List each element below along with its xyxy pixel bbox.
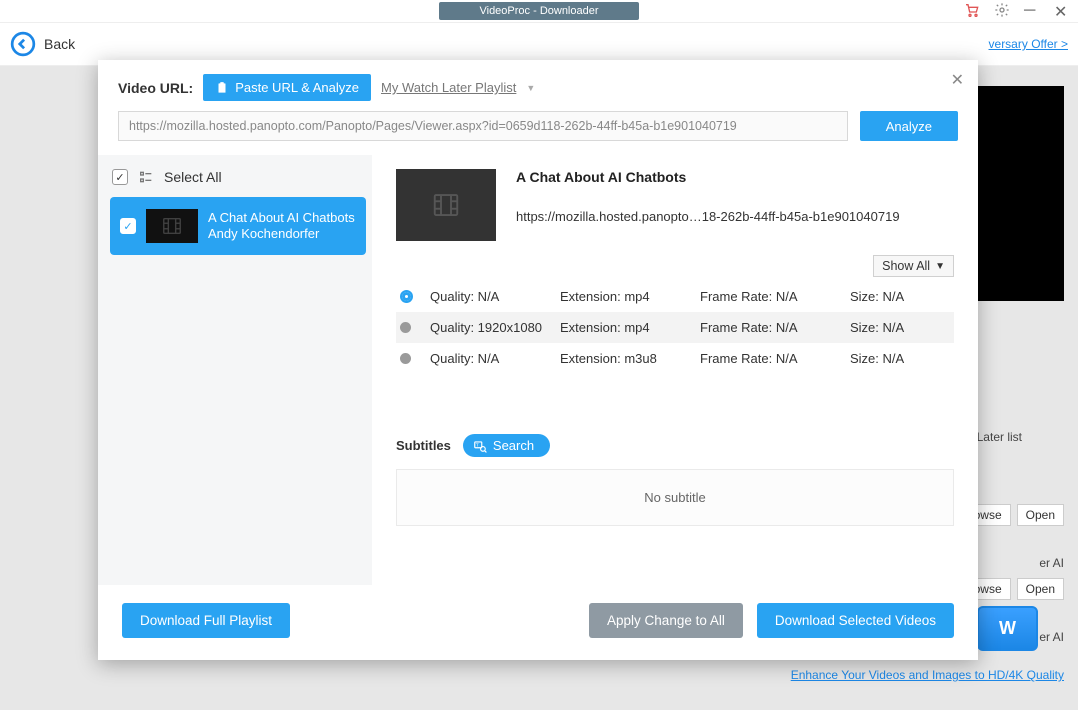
format-framerate: Frame Rate: N/A <box>700 351 850 366</box>
paste-analyze-label: Paste URL & Analyze <box>235 80 359 95</box>
detail-thumb <box>396 169 496 241</box>
format-table: Quality: N/A Extension: mp4 Frame Rate: … <box>396 281 954 374</box>
select-all-label: Select All <box>164 169 222 185</box>
clipboard-icon <box>215 81 229 95</box>
playlist-item-author: Andy Kochendorfer <box>208 226 355 242</box>
cart-icon[interactable] <box>964 2 980 18</box>
paste-analyze-button[interactable]: Paste URL & Analyze <box>203 74 371 101</box>
format-ext: Extension: m3u8 <box>560 351 700 366</box>
back-button[interactable]: Back <box>10 31 75 57</box>
analyze-button[interactable]: Analyze <box>860 111 958 141</box>
enhance-link[interactable]: Enhance Your Videos and Images to HD/4K … <box>791 668 1064 682</box>
subtitles-label: Subtitles <box>396 438 451 453</box>
detail-url: https://mozilla.hosted.panopto…18-262b-4… <box>516 209 900 224</box>
format-radio[interactable] <box>400 322 411 333</box>
format-radio[interactable] <box>400 290 413 303</box>
back-arrow-icon <box>10 31 36 57</box>
format-framerate: Frame Rate: N/A <box>700 320 850 335</box>
window-title: VideoProc - Downloader <box>439 2 638 20</box>
playlist-item[interactable]: ✓ A Chat About AI Chatbots Andy Kochendo… <box>110 197 366 255</box>
film-icon <box>161 215 183 237</box>
minimize-button[interactable]: ─ <box>1024 2 1040 18</box>
url-input[interactable] <box>118 111 848 141</box>
format-size: Size: N/A <box>850 351 950 366</box>
watch-later-link[interactable]: My Watch Later Playlist <box>381 80 516 95</box>
film-icon <box>431 190 461 220</box>
format-size: Size: N/A <box>850 289 950 304</box>
select-all-checkbox[interactable]: ✓ <box>112 169 128 185</box>
subtitle-search-button[interactable]: T Search <box>463 434 550 457</box>
format-size: Size: N/A <box>850 320 950 335</box>
playlist-item-checkbox[interactable]: ✓ <box>120 218 136 234</box>
playlist-panel: ✓ Select All ✓ A Chat About AI Chatbots … <box>98 155 372 585</box>
playlist-item-thumb <box>146 209 198 243</box>
open-button-2[interactable]: Open <box>1017 578 1064 600</box>
chevron-down-icon: ▼ <box>935 261 945 272</box>
format-row[interactable]: Quality: 1920x1080 Extension: mp4 Frame … <box>396 312 954 343</box>
subtitle-search-label: Search <box>493 438 534 453</box>
offer-link[interactable]: versary Offer > <box>989 37 1068 51</box>
url-label: Video URL: <box>118 80 193 96</box>
download-full-playlist-button[interactable]: Download Full Playlist <box>122 603 290 638</box>
back-label: Back <box>44 36 75 52</box>
format-row[interactable]: Quality: N/A Extension: m3u8 Frame Rate:… <box>396 343 954 374</box>
download-selected-button[interactable]: Download Selected Videos <box>757 603 954 638</box>
no-subtitle-text: No subtitle <box>396 469 954 526</box>
show-all-label: Show All <box>882 259 930 273</box>
show-all-button[interactable]: Show All ▼ <box>873 255 954 277</box>
format-ext: Extension: mp4 <box>560 289 700 304</box>
format-radio[interactable] <box>400 353 411 364</box>
format-quality: Quality: N/A <box>430 289 560 304</box>
apply-change-button[interactable]: Apply Change to All <box>589 603 743 638</box>
format-framerate: Frame Rate: N/A <box>700 289 850 304</box>
playlist-item-title: A Chat About AI Chatbots <box>208 210 355 226</box>
format-row[interactable]: Quality: N/A Extension: mp4 Frame Rate: … <box>396 281 954 312</box>
format-quality: Quality: N/A <box>430 351 560 366</box>
svg-text:T: T <box>476 442 479 447</box>
format-quality: Quality: 1920x1080 <box>430 320 560 335</box>
detail-panel: A Chat About AI Chatbots https://mozilla… <box>372 155 978 585</box>
open-button[interactable]: Open <box>1017 504 1064 526</box>
detail-title: A Chat About AI Chatbots <box>516 169 900 185</box>
close-button[interactable]: ✕ <box>1054 2 1070 18</box>
format-ext: Extension: mp4 <box>560 320 700 335</box>
list-icon <box>138 169 154 185</box>
modal-close-button[interactable]: ✕ <box>951 70 964 90</box>
gear-icon[interactable] <box>994 2 1010 18</box>
search-icon: T <box>473 439 487 453</box>
chevron-down-icon[interactable]: ▼ <box>526 83 535 93</box>
analyze-modal: ✕ Video URL: Paste URL & Analyze My Watc… <box>98 60 978 660</box>
download-now-button[interactable]: W <box>977 606 1038 651</box>
